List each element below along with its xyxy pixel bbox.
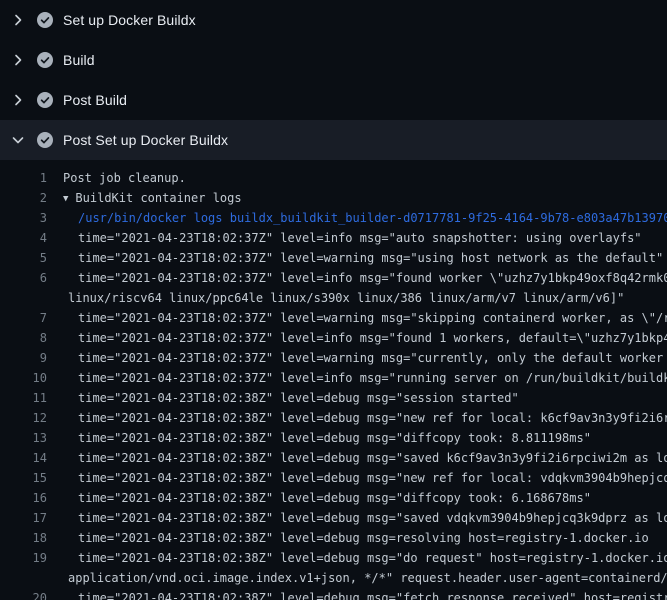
- group-title[interactable]: BuildKit container logs: [75, 191, 241, 205]
- line-number[interactable]: 20: [0, 588, 47, 600]
- log-line: 16time="2021-04-23T18:02:38Z" level=debu…: [0, 488, 667, 508]
- log-line-text: /usr/bin/docker logs buildx_buildkit_bui…: [47, 208, 667, 228]
- line-number[interactable]: 3: [0, 208, 47, 228]
- log-line: 9time="2021-04-23T18:02:37Z" level=warni…: [0, 348, 667, 368]
- line-number[interactable]: 4: [0, 228, 47, 248]
- line-number[interactable]: 17: [0, 508, 47, 528]
- log-area: 1Post job cleanup.2 ▼ BuildKit container l…: [0, 160, 667, 600]
- log-line: 12time="2021-04-23T18:02:38Z" level=debu…: [0, 408, 667, 428]
- log-line-text: time="2021-04-23T18:02:38Z" level=debug …: [47, 468, 667, 488]
- step-title: Post Set up Docker Buildx: [63, 132, 228, 148]
- log-line-text: time="2021-04-23T18:02:37Z" level=info m…: [47, 228, 642, 248]
- line-number[interactable]: 5: [0, 248, 47, 268]
- log-line-text: time="2021-04-23T18:02:38Z" level=debug …: [47, 428, 591, 448]
- check-circle-icon: [37, 12, 53, 28]
- log-line: 15time="2021-04-23T18:02:38Z" level=debu…: [0, 468, 667, 488]
- log-line-text: time="2021-04-23T18:02:37Z" level=warnin…: [47, 348, 667, 368]
- log-line-text: ▼ BuildKit container logs: [47, 188, 242, 208]
- log-line: 4time="2021-04-23T18:02:37Z" level=info …: [0, 228, 667, 248]
- log-line-text: time="2021-04-23T18:02:38Z" level=debug …: [47, 588, 667, 600]
- line-number[interactable]: 1: [0, 168, 47, 188]
- log-line-text: time="2021-04-23T18:02:37Z" level=info m…: [47, 368, 667, 388]
- log-line: 14time="2021-04-23T18:02:38Z" level=debu…: [0, 448, 667, 468]
- log-line: 7time="2021-04-23T18:02:37Z" level=warni…: [0, 308, 667, 328]
- line-number[interactable]: 12: [0, 408, 47, 428]
- log-line-text: time="2021-04-23T18:02:38Z" level=debug …: [47, 448, 667, 468]
- log-line: 5time="2021-04-23T18:02:37Z" level=warni…: [0, 248, 667, 268]
- log-line: 1Post job cleanup.: [0, 168, 667, 188]
- log-line: linux/riscv64 linux/ppc64le linux/s390x …: [0, 288, 667, 308]
- check-circle-icon: [37, 132, 53, 148]
- step-post-set-up-docker-buildx[interactable]: Post Set up Docker Buildx: [0, 120, 667, 160]
- line-number[interactable]: 15: [0, 468, 47, 488]
- step-title: Build: [63, 52, 95, 68]
- step-title: Set up Docker Buildx: [63, 12, 196, 28]
- log-line: 13time="2021-04-23T18:02:38Z" level=debu…: [0, 428, 667, 448]
- chevron-right-icon: [10, 12, 26, 28]
- log-line-text: time="2021-04-23T18:02:38Z" level=debug …: [47, 548, 667, 568]
- line-number[interactable]: 13: [0, 428, 47, 448]
- log-line-text: time="2021-04-23T18:02:38Z" level=debug …: [47, 388, 519, 408]
- line-number[interactable]: 8: [0, 328, 47, 348]
- log-line: 20time="2021-04-23T18:02:38Z" level=debu…: [0, 588, 667, 600]
- line-number[interactable]: 14: [0, 448, 47, 468]
- group-collapse-icon[interactable]: ▼: [63, 189, 68, 208]
- step-post-build[interactable]: Post Build: [0, 80, 667, 120]
- log-line-text: time="2021-04-23T18:02:37Z" level=warnin…: [47, 248, 663, 268]
- log-line-text: time="2021-04-23T18:02:38Z" level=debug …: [47, 508, 667, 528]
- chevron-right-icon: [10, 92, 26, 108]
- log-line-text: application/vnd.oci.image.index.v1+json,…: [47, 568, 667, 588]
- line-number[interactable]: 7: [0, 308, 47, 328]
- step-title: Post Build: [63, 92, 127, 108]
- line-number[interactable]: 16: [0, 488, 47, 508]
- log-line: 2 ▼ BuildKit container logs: [0, 188, 667, 208]
- log-line-text: Post job cleanup.: [47, 168, 186, 188]
- check-circle-icon: [37, 52, 53, 68]
- line-number[interactable]: 11: [0, 388, 47, 408]
- log-line: 19time="2021-04-23T18:02:38Z" level=debu…: [0, 548, 667, 568]
- chevron-right-icon: [10, 52, 26, 68]
- log-line: application/vnd.oci.image.index.v1+json,…: [0, 568, 667, 588]
- chevron-down-icon: [10, 132, 26, 148]
- log-line-text: time="2021-04-23T18:02:37Z" level=warnin…: [47, 308, 667, 328]
- line-number[interactable]: 18: [0, 528, 47, 548]
- log-line: 18time="2021-04-23T18:02:38Z" level=debu…: [0, 528, 667, 548]
- log-line: 10time="2021-04-23T18:02:37Z" level=info…: [0, 368, 667, 388]
- log-line: 11time="2021-04-23T18:02:38Z" level=debu…: [0, 388, 667, 408]
- line-number[interactable]: 2: [0, 188, 47, 208]
- log-line-text: time="2021-04-23T18:02:38Z" level=debug …: [47, 488, 591, 508]
- log-line-text: time="2021-04-23T18:02:38Z" level=debug …: [47, 528, 649, 548]
- log-rows: 1Post job cleanup.2 ▼ BuildKit container l…: [0, 168, 667, 600]
- log-line-text: linux/riscv64 linux/ppc64le linux/s390x …: [47, 288, 624, 308]
- log-line: 3/usr/bin/docker logs buildx_buildkit_bu…: [0, 208, 667, 228]
- line-number[interactable]: 6: [0, 268, 47, 288]
- actions-log-viewer: Set up Docker Buildx Build Post Build Po…: [0, 0, 667, 600]
- line-number[interactable]: 19: [0, 548, 47, 568]
- check-circle-icon: [37, 92, 53, 108]
- log-line-text: time="2021-04-23T18:02:37Z" level=info m…: [47, 268, 667, 288]
- log-line-text: time="2021-04-23T18:02:37Z" level=info m…: [47, 328, 667, 348]
- step-build[interactable]: Build: [0, 40, 667, 80]
- line-number[interactable]: 10: [0, 368, 47, 388]
- log-line: 8time="2021-04-23T18:02:37Z" level=info …: [0, 328, 667, 348]
- log-line: 6time="2021-04-23T18:02:37Z" level=info …: [0, 268, 667, 288]
- log-line-text: time="2021-04-23T18:02:38Z" level=debug …: [47, 408, 667, 428]
- line-number[interactable]: 9: [0, 348, 47, 368]
- step-set-up-docker-buildx[interactable]: Set up Docker Buildx: [0, 0, 667, 40]
- log-line: 17time="2021-04-23T18:02:38Z" level=debu…: [0, 508, 667, 528]
